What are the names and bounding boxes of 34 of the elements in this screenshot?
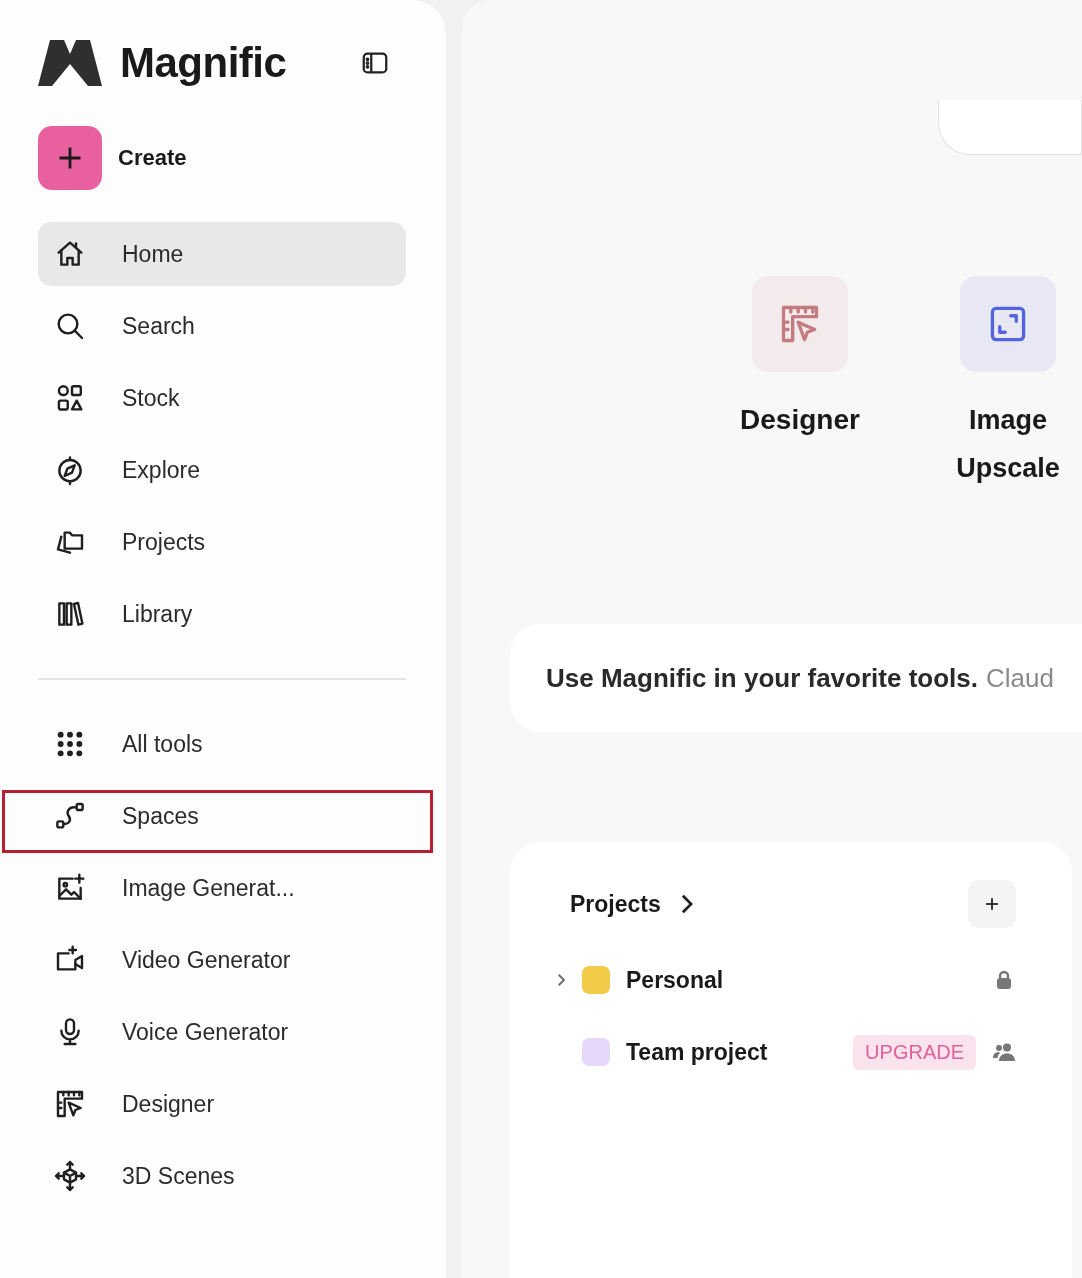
tool-tile[interactable] <box>752 276 848 372</box>
search-field[interactable] <box>938 100 1082 155</box>
sidebar-item[interactable]: Projects <box>38 510 406 574</box>
sidebar-item[interactable]: Search <box>38 294 406 358</box>
sidebar-item[interactable]: Spaces <box>38 784 406 848</box>
sidebar-item[interactable]: Home <box>38 222 406 286</box>
create-label[interactable]: Create <box>118 145 187 171</box>
tool-label[interactable]: Image Upscale <box>934 396 1082 492</box>
sidebar-item[interactable]: Explore <box>38 438 406 502</box>
sidebar-item[interactable]: Image Generat... <box>38 856 406 920</box>
logo-text: Magnific <box>120 39 288 87</box>
search-icon <box>54 310 86 342</box>
nodes-icon <box>54 800 86 832</box>
logo-icon <box>38 40 102 86</box>
sidebar-item[interactable]: All tools <box>38 712 406 776</box>
banner-text: Claud <box>985 662 1054 694</box>
banner-text: Use Magnific in your favorite tools. <box>546 662 978 694</box>
tool-label[interactable]: Designer <box>740 396 860 444</box>
sidebar-item[interactable]: Video Generator <box>38 928 406 992</box>
projects-link[interactable]: Projects <box>570 890 693 918</box>
project-name[interactable]: Personal <box>626 966 724 994</box>
chevron-right-icon <box>680 894 693 914</box>
cube-arrows-icon <box>54 1160 86 1192</box>
sidebar-item[interactable]: Designer <box>38 1072 406 1136</box>
sidebar-item[interactable]: 3D Scenes <box>38 1144 406 1208</box>
project-row[interactable]: Team project UPGRADE <box>552 1030 1016 1074</box>
create-button[interactable] <box>38 126 102 190</box>
sidebar-item[interactable]: Stock <box>38 366 406 430</box>
project-row[interactable]: Personal <box>552 958 1016 1002</box>
project-name[interactable]: Team project <box>626 1038 768 1066</box>
tool-tile[interactable] <box>960 276 1056 372</box>
sidebar-item[interactable]: Library <box>38 582 406 646</box>
ruler-pointer-icon <box>54 1088 86 1120</box>
sidebar-item[interactable]: Voice Generator <box>38 1000 406 1064</box>
